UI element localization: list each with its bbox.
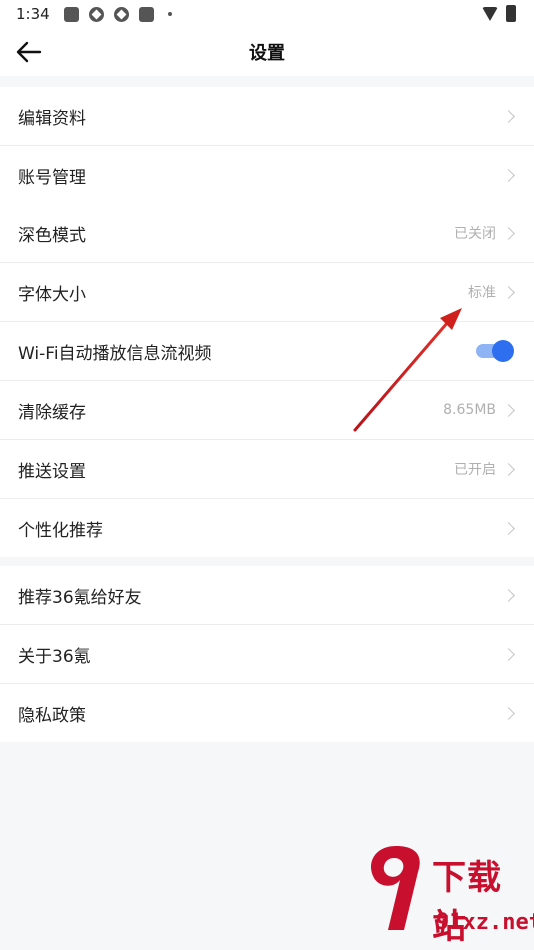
chevron-right-icon bbox=[502, 403, 515, 417]
settings-row-label: 个性化推荐 bbox=[18, 520, 103, 541]
page-title: 设置 bbox=[249, 43, 285, 64]
settings-row-accessory bbox=[502, 566, 516, 624]
watermark-logo-icon bbox=[370, 846, 420, 930]
settings-row-label: 推送设置 bbox=[18, 461, 86, 482]
status-system-icons bbox=[482, 5, 516, 22]
settings-row[interactable]: 隐私政策 bbox=[0, 684, 534, 742]
settings-row-label: 清除缓存 bbox=[18, 402, 86, 423]
settings-group: 推荐36氪给好友 关于36氪隐私政策 bbox=[0, 566, 534, 742]
settings-row-accessory bbox=[476, 322, 516, 380]
watermark-domain: 91xz.net bbox=[436, 910, 534, 935]
status-notification-icons bbox=[63, 6, 172, 22]
settings-row[interactable]: 关于36氪 bbox=[0, 625, 534, 684]
settings-row-accessory bbox=[502, 87, 516, 145]
settings-row[interactable]: 深色模式 已关闭 bbox=[0, 204, 534, 263]
app-header: 设置 bbox=[0, 28, 534, 76]
settings-group: 编辑资料 账号管理 bbox=[0, 87, 534, 204]
chevron-right-icon bbox=[502, 462, 515, 476]
settings-row-accessory bbox=[502, 499, 516, 557]
chevron-right-icon bbox=[502, 285, 515, 299]
settings-row-accessory: 8.65MB bbox=[443, 381, 516, 439]
settings-group: 深色模式 已关闭字体大小 标准 Wi-Fi自动播放信息流视频 清除缓存 8.65MB 推送设… bbox=[0, 204, 534, 557]
settings-row-value: 已开启 bbox=[454, 462, 496, 478]
wifi-icon bbox=[482, 6, 498, 21]
more-notifications-dot-icon bbox=[167, 12, 172, 16]
settings-row-label: Wi-Fi自动播放信息流视频 bbox=[18, 343, 212, 364]
watermark: 下载站 91xz.net bbox=[354, 830, 534, 950]
settings-row-accessory bbox=[502, 146, 516, 204]
notification-app-icon bbox=[113, 6, 129, 22]
chevron-right-icon bbox=[502, 521, 515, 535]
settings-row[interactable]: 字体大小 标准 bbox=[0, 263, 534, 322]
autoplay-toggle[interactable] bbox=[476, 340, 514, 362]
chevron-right-icon bbox=[502, 226, 515, 240]
settings-row-value: 8.65MB bbox=[443, 402, 496, 418]
chevron-right-icon bbox=[502, 706, 515, 720]
toggle-knob bbox=[492, 340, 514, 362]
chevron-right-icon bbox=[502, 588, 515, 602]
settings-row-label: 账号管理 bbox=[18, 167, 86, 188]
settings-row-accessory: 已开启 bbox=[454, 440, 516, 498]
settings-row[interactable]: 清除缓存 8.65MB bbox=[0, 381, 534, 440]
settings-row-value: 已关闭 bbox=[454, 226, 496, 242]
settings-row-accessory bbox=[502, 625, 516, 683]
notification-app-icon bbox=[138, 6, 154, 22]
settings-row-label: 隐私政策 bbox=[18, 705, 86, 726]
settings-row-accessory: 已关闭 bbox=[454, 204, 516, 262]
settings-row[interactable]: 推荐36氪给好友 bbox=[0, 566, 534, 625]
chevron-right-icon bbox=[502, 168, 515, 182]
status-time: 1:34 bbox=[16, 5, 50, 23]
notification-app-icon bbox=[63, 6, 79, 22]
status-bar: 1:34 bbox=[0, 0, 534, 28]
settings-row[interactable]: 编辑资料 bbox=[0, 87, 534, 146]
settings-row[interactable]: 推送设置 已开启 bbox=[0, 440, 534, 499]
settings-row-label: 关于36氪 bbox=[18, 646, 91, 667]
settings-row-label: 编辑资料 bbox=[18, 108, 86, 129]
settings-row-label: 推荐36氪给好友 bbox=[18, 587, 142, 608]
battery-icon bbox=[506, 5, 516, 22]
notification-app-icon bbox=[88, 6, 104, 22]
settings-row-label: 字体大小 bbox=[18, 284, 86, 305]
chevron-right-icon bbox=[502, 647, 515, 661]
settings-row-accessory bbox=[502, 684, 516, 742]
settings-row-accessory: 标准 bbox=[468, 263, 516, 321]
settings-row[interactable]: 账号管理 bbox=[0, 146, 534, 204]
settings-row-value: 标准 bbox=[468, 285, 496, 301]
chevron-right-icon bbox=[502, 109, 515, 123]
settings-row[interactable]: 个性化推荐 bbox=[0, 499, 534, 557]
settings-row[interactable]: Wi-Fi自动播放信息流视频 bbox=[0, 322, 534, 381]
settings-row-label: 深色模式 bbox=[18, 225, 86, 246]
